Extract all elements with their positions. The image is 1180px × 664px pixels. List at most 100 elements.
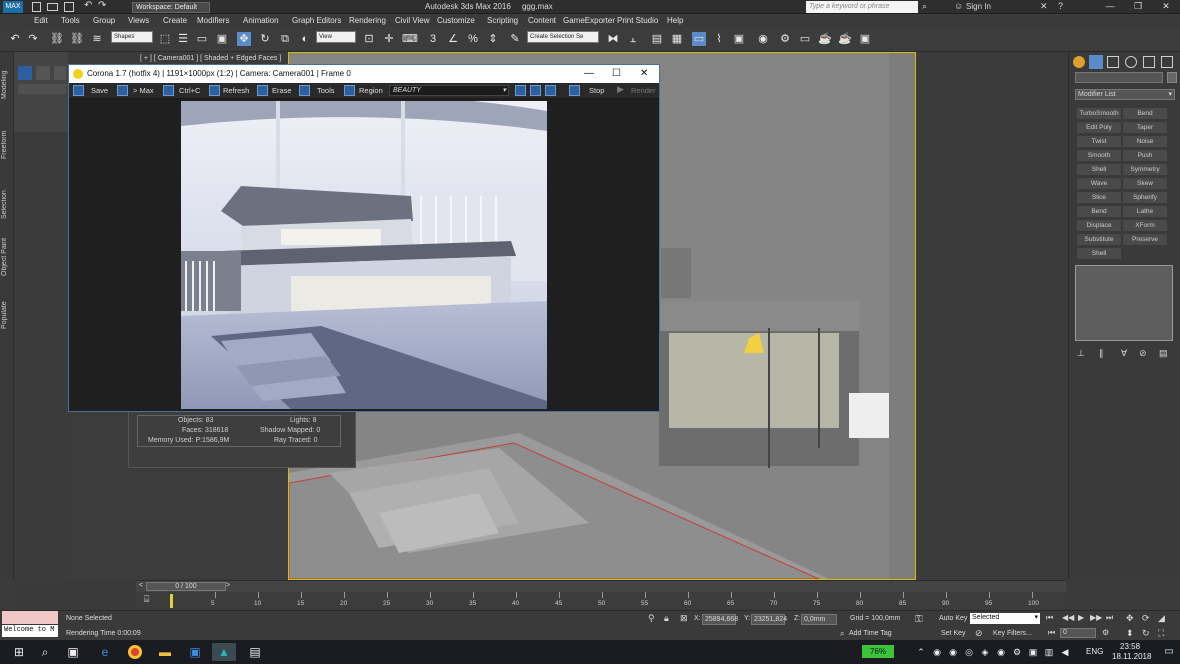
- menu-create[interactable]: Create: [163, 16, 187, 25]
- zoom-in-icon[interactable]: [515, 85, 526, 96]
- fov-icon[interactable]: ◢: [1158, 613, 1165, 624]
- tools-icon[interactable]: [299, 85, 310, 96]
- ribbon-tool-icon[interactable]: [18, 84, 66, 94]
- erase-icon[interactable]: [257, 85, 268, 96]
- modifier-stack[interactable]: [1075, 265, 1173, 341]
- menu-views[interactable]: Views: [128, 16, 149, 25]
- menu-gameexporter[interactable]: GameExporter: [563, 16, 615, 25]
- selection-filter-select[interactable]: Shapes: [111, 31, 153, 43]
- modifier-button-skew[interactable]: Skew: [1123, 178, 1167, 189]
- select-move-icon[interactable]: ✥: [237, 32, 251, 46]
- pivot-center-icon[interactable]: ⊡: [362, 32, 376, 46]
- task-view-icon[interactable]: ▣: [64, 643, 82, 661]
- y-coord-field[interactable]: 23251,824: [751, 614, 787, 625]
- modifier-button-push[interactable]: Push: [1123, 150, 1167, 161]
- named-selection-input[interactable]: Create Selection Se: [527, 31, 599, 43]
- play-icon[interactable]: ▶: [1078, 613, 1084, 622]
- refresh-icon[interactable]: [209, 85, 220, 96]
- material-editor-icon[interactable]: ◉: [756, 32, 770, 46]
- help-icon[interactable]: ?: [1058, 1, 1063, 11]
- app-logo-icon[interactable]: MAX: [3, 1, 23, 13]
- remove-modifier-icon[interactable]: ⊘: [1139, 348, 1147, 359]
- modifier-button-wave[interactable]: Wave: [1077, 178, 1121, 189]
- motion-tab-icon[interactable]: [1125, 56, 1137, 68]
- battery-indicator[interactable]: 76%: [862, 645, 894, 658]
- x-coord-field[interactable]: 25894,668: [702, 614, 738, 625]
- render-setup-icon[interactable]: ⚙: [778, 32, 792, 46]
- placement-icon[interactable]: ◐: [298, 32, 312, 46]
- object-name-field[interactable]: [1075, 72, 1163, 83]
- time-configuration-icon[interactable]: ⚙: [1102, 628, 1109, 637]
- close-button[interactable]: ✕: [1152, 0, 1180, 14]
- time-slider-thumb[interactable]: 0 / 100: [146, 582, 226, 591]
- time-slider-next-icon[interactable]: >: [226, 582, 230, 589]
- to-max-button[interactable]: > Max: [133, 86, 154, 95]
- modifier-button-smooth[interactable]: Smooth: [1077, 150, 1121, 161]
- 3ds-max-taskbar-icon[interactable]: ▲: [212, 643, 236, 661]
- minimize-button[interactable]: —: [1096, 0, 1124, 14]
- save-icon[interactable]: [73, 85, 84, 96]
- menu-civil-view[interactable]: Civil View: [395, 16, 430, 25]
- notifications-icon[interactable]: ▭: [1160, 643, 1178, 661]
- user-icon[interactable]: ☺: [954, 1, 963, 11]
- render-production-icon[interactable]: ☕: [818, 32, 832, 46]
- lock-selection-icon[interactable]: 🔒︎: [664, 613, 669, 624]
- file-explorer-icon[interactable]: ▬: [156, 643, 174, 661]
- z-coord-field[interactable]: 0,0mm: [801, 614, 837, 625]
- angle-snap-icon[interactable]: ∠: [446, 32, 460, 46]
- search-input[interactable]: Type a keyword or phrase: [806, 1, 918, 13]
- render-iterative-icon[interactable]: ☕: [838, 32, 852, 46]
- restore-button[interactable]: ❐: [1124, 0, 1152, 14]
- create-tab-icon[interactable]: [1073, 56, 1085, 68]
- viewport-label[interactable]: [ + ] [ Camera001 ] [ Shaded + Edged Fac…: [140, 55, 281, 62]
- region-button[interactable]: Region: [359, 86, 383, 95]
- zoom-out-icon[interactable]: [530, 85, 541, 96]
- render-button[interactable]: Render: [631, 86, 656, 95]
- modifier-button-twist[interactable]: Twist: [1077, 136, 1121, 147]
- modifier-button-turbosmooth[interactable]: TurboSmooth: [1077, 108, 1121, 119]
- track-bar[interactable]: ⌸ 5 10 15 20 25 30 35 40 45 50 55 60 65 70 75 80 85 90 95 1…: [136, 592, 1066, 610]
- tab-freeform[interactable]: Freeform: [1, 120, 13, 170]
- region-icon[interactable]: [344, 85, 355, 96]
- orbit-icon[interactable]: ⟳: [1142, 613, 1150, 624]
- copy-icon[interactable]: [163, 85, 174, 96]
- pin-stack-icon[interactable]: ⊥: [1077, 348, 1085, 359]
- stop-icon[interactable]: [569, 85, 580, 96]
- windows-start-icon[interactable]: ⊞: [10, 643, 28, 661]
- dolly-icon[interactable]: ⬍: [1126, 628, 1134, 639]
- tab-populate[interactable]: Populate: [1, 290, 13, 340]
- modifier-button-substitute[interactable]: Substitute: [1077, 234, 1121, 245]
- menu-graph-editors[interactable]: Graph Editors: [292, 16, 341, 25]
- erase-button[interactable]: Erase: [272, 86, 292, 95]
- edge-icon[interactable]: e: [96, 643, 114, 661]
- modifier-button-slice[interactable]: Slice: [1077, 192, 1121, 203]
- modifier-button-shell[interactable]: Shell: [1077, 248, 1121, 259]
- copy-button[interactable]: Ctrl+C: [179, 86, 200, 95]
- time-slider[interactable]: < 0 / 100 >: [136, 580, 1066, 592]
- modifier-button-symmetry[interactable]: Symmetry: [1123, 164, 1167, 175]
- absolute-mode-icon[interactable]: ⊠: [680, 613, 688, 624]
- stop-button[interactable]: Stop: [589, 86, 604, 95]
- select-rotate-icon[interactable]: ↻: [258, 32, 272, 46]
- quick-access-new-icon[interactable]: [32, 2, 41, 12]
- language-indicator[interactable]: ENG: [1086, 647, 1103, 656]
- link-icon[interactable]: ⛓: [50, 32, 64, 46]
- auto-key-button[interactable]: Auto Key: [939, 615, 967, 622]
- quick-access-save-icon[interactable]: [64, 2, 74, 12]
- percent-snap-icon[interactable]: %: [466, 32, 480, 46]
- modifier-list-select[interactable]: Modifier List ▾: [1075, 89, 1175, 100]
- curve-editor-icon[interactable]: ⌇: [712, 32, 726, 46]
- modifier-button-xform[interactable]: XForm: [1123, 220, 1167, 231]
- menu-print-studio[interactable]: Print Studio: [617, 16, 658, 25]
- hierarchy-tab-icon[interactable]: [1107, 56, 1119, 68]
- add-time-tag[interactable]: Add Time Tag: [849, 630, 892, 637]
- key-mode-toggle-icon[interactable]: ⏮: [1048, 628, 1055, 638]
- menu-modifiers[interactable]: Modifiers: [197, 16, 229, 25]
- show-end-result-icon[interactable]: ∥: [1099, 348, 1104, 359]
- render-play-icon[interactable]: ▶: [617, 84, 624, 95]
- menu-content[interactable]: Content: [528, 16, 556, 25]
- selection-region-icon[interactable]: ▭: [195, 32, 209, 46]
- tools-button[interactable]: Tools: [317, 86, 335, 95]
- exchange-icon[interactable]: ✕: [1040, 1, 1048, 12]
- set-key-button[interactable]: Set Key: [941, 630, 966, 637]
